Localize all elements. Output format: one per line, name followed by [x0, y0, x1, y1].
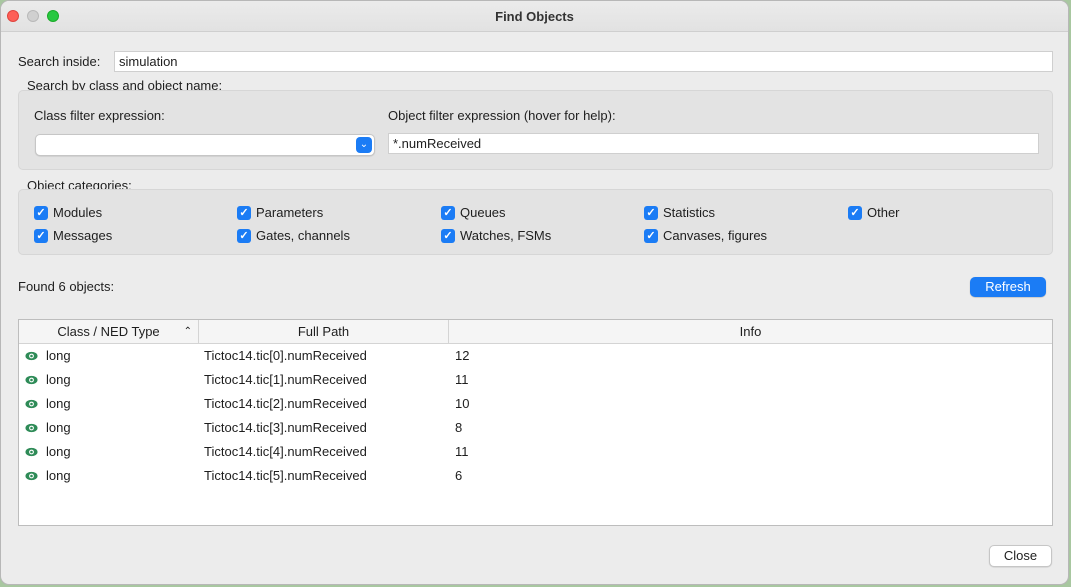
cell-type: long	[46, 372, 71, 387]
find-objects-dialog: Find Objects Search inside: simulation S…	[0, 0, 1069, 585]
cell-type: long	[46, 468, 71, 483]
cell-type: long	[46, 396, 71, 411]
cell-info: 11	[455, 444, 469, 459]
cell-path: Tictoc14.tic[4].numReceived	[204, 444, 367, 459]
column-header-full-path[interactable]: Full Path	[199, 320, 449, 343]
checkbox-statistics[interactable]: ✓ Statistics	[644, 205, 715, 220]
cell-info: 10	[455, 396, 470, 411]
checkmark-icon: ✓	[644, 205, 658, 220]
eye-icon	[25, 351, 38, 361]
checkbox-messages[interactable]: ✓ Messages	[34, 228, 112, 243]
table-row[interactable]: long Tictoc14.tic[5].numReceived 6	[19, 464, 1052, 488]
search-inside-label: Search inside:	[18, 54, 101, 69]
table-header: Class / NED Type ⌃ Full Path Info	[19, 320, 1052, 344]
checkmark-icon: ✓	[644, 228, 658, 243]
window-title: Find Objects	[495, 9, 574, 24]
checkbox-modules[interactable]: ✓ Modules	[34, 205, 102, 220]
column-header-class[interactable]: Class / NED Type ⌃	[19, 320, 199, 343]
table-row[interactable]: long Tictoc14.tic[1].numReceived 11	[19, 368, 1052, 392]
object-filter-input[interactable]: *.numReceived	[388, 133, 1039, 154]
checkmark-icon: ✓	[441, 228, 455, 243]
table-row[interactable]: long Tictoc14.tic[4].numReceived 11	[19, 440, 1052, 464]
eye-icon	[25, 423, 38, 433]
table-row[interactable]: long Tictoc14.tic[3].numReceived 8	[19, 416, 1052, 440]
cell-type: long	[46, 444, 71, 459]
found-count-label: Found 6 objects:	[18, 279, 115, 294]
refresh-button[interactable]: Refresh	[970, 277, 1046, 297]
close-button[interactable]: Close	[989, 545, 1052, 567]
eye-icon	[25, 471, 38, 481]
title-bar: Find Objects	[1, 1, 1068, 32]
checkmark-icon: ✓	[441, 205, 455, 220]
cell-info: 6	[455, 468, 463, 483]
checkmark-icon: ✓	[34, 205, 48, 220]
cell-type: long	[46, 348, 71, 363]
results-table: Class / NED Type ⌃ Full Path Info long T…	[18, 319, 1053, 526]
cell-path: Tictoc14.tic[3].numReceived	[204, 420, 367, 435]
cell-type: long	[46, 420, 71, 435]
eye-icon	[25, 447, 38, 457]
cell-path: Tictoc14.tic[2].numReceived	[204, 396, 367, 411]
checkmark-icon: ✓	[237, 228, 251, 243]
cell-info: 8	[455, 420, 463, 435]
checkmark-icon: ✓	[848, 205, 862, 220]
object-filter-label: Object filter expression (hover for help…	[388, 108, 616, 123]
class-filter-label: Class filter expression:	[34, 108, 165, 123]
checkbox-other[interactable]: ✓ Other	[848, 205, 900, 220]
class-filter-combo[interactable]: ⌄	[35, 134, 375, 156]
checkmark-icon: ✓	[237, 205, 251, 220]
sort-ascending-icon: ⌃	[183, 326, 192, 337]
checkbox-canvases-figures[interactable]: ✓ Canvases, figures	[644, 228, 767, 243]
checkbox-watches-fsms[interactable]: ✓ Watches, FSMs	[441, 228, 551, 243]
chevron-down-icon[interactable]: ⌄	[356, 137, 372, 153]
checkbox-queues[interactable]: ✓ Queues	[441, 205, 506, 220]
checkbox-parameters[interactable]: ✓ Parameters	[237, 205, 323, 220]
column-header-info[interactable]: Info	[449, 320, 1052, 343]
table-row[interactable]: long Tictoc14.tic[2].numReceived 10	[19, 392, 1052, 416]
eye-icon	[25, 375, 38, 385]
object-categories-group: ✓ Modules ✓ Parameters ✓ Queues ✓ Statistics…	[18, 189, 1053, 255]
cell-info: 12	[455, 348, 470, 363]
checkmark-icon: ✓	[34, 228, 48, 243]
cell-path: Tictoc14.tic[0].numReceived	[204, 348, 367, 363]
table-row[interactable]: long Tictoc14.tic[0].numReceived 12	[19, 344, 1052, 368]
eye-icon	[25, 399, 38, 409]
class-object-group: Class filter expression: ⌄ Object filter…	[18, 90, 1053, 170]
cell-info: 11	[455, 372, 469, 387]
cell-path: Tictoc14.tic[5].numReceived	[204, 468, 367, 483]
checkbox-gates-channels[interactable]: ✓ Gates, channels	[237, 228, 350, 243]
search-inside-input[interactable]: simulation	[114, 51, 1053, 72]
cell-path: Tictoc14.tic[1].numReceived	[204, 372, 367, 387]
